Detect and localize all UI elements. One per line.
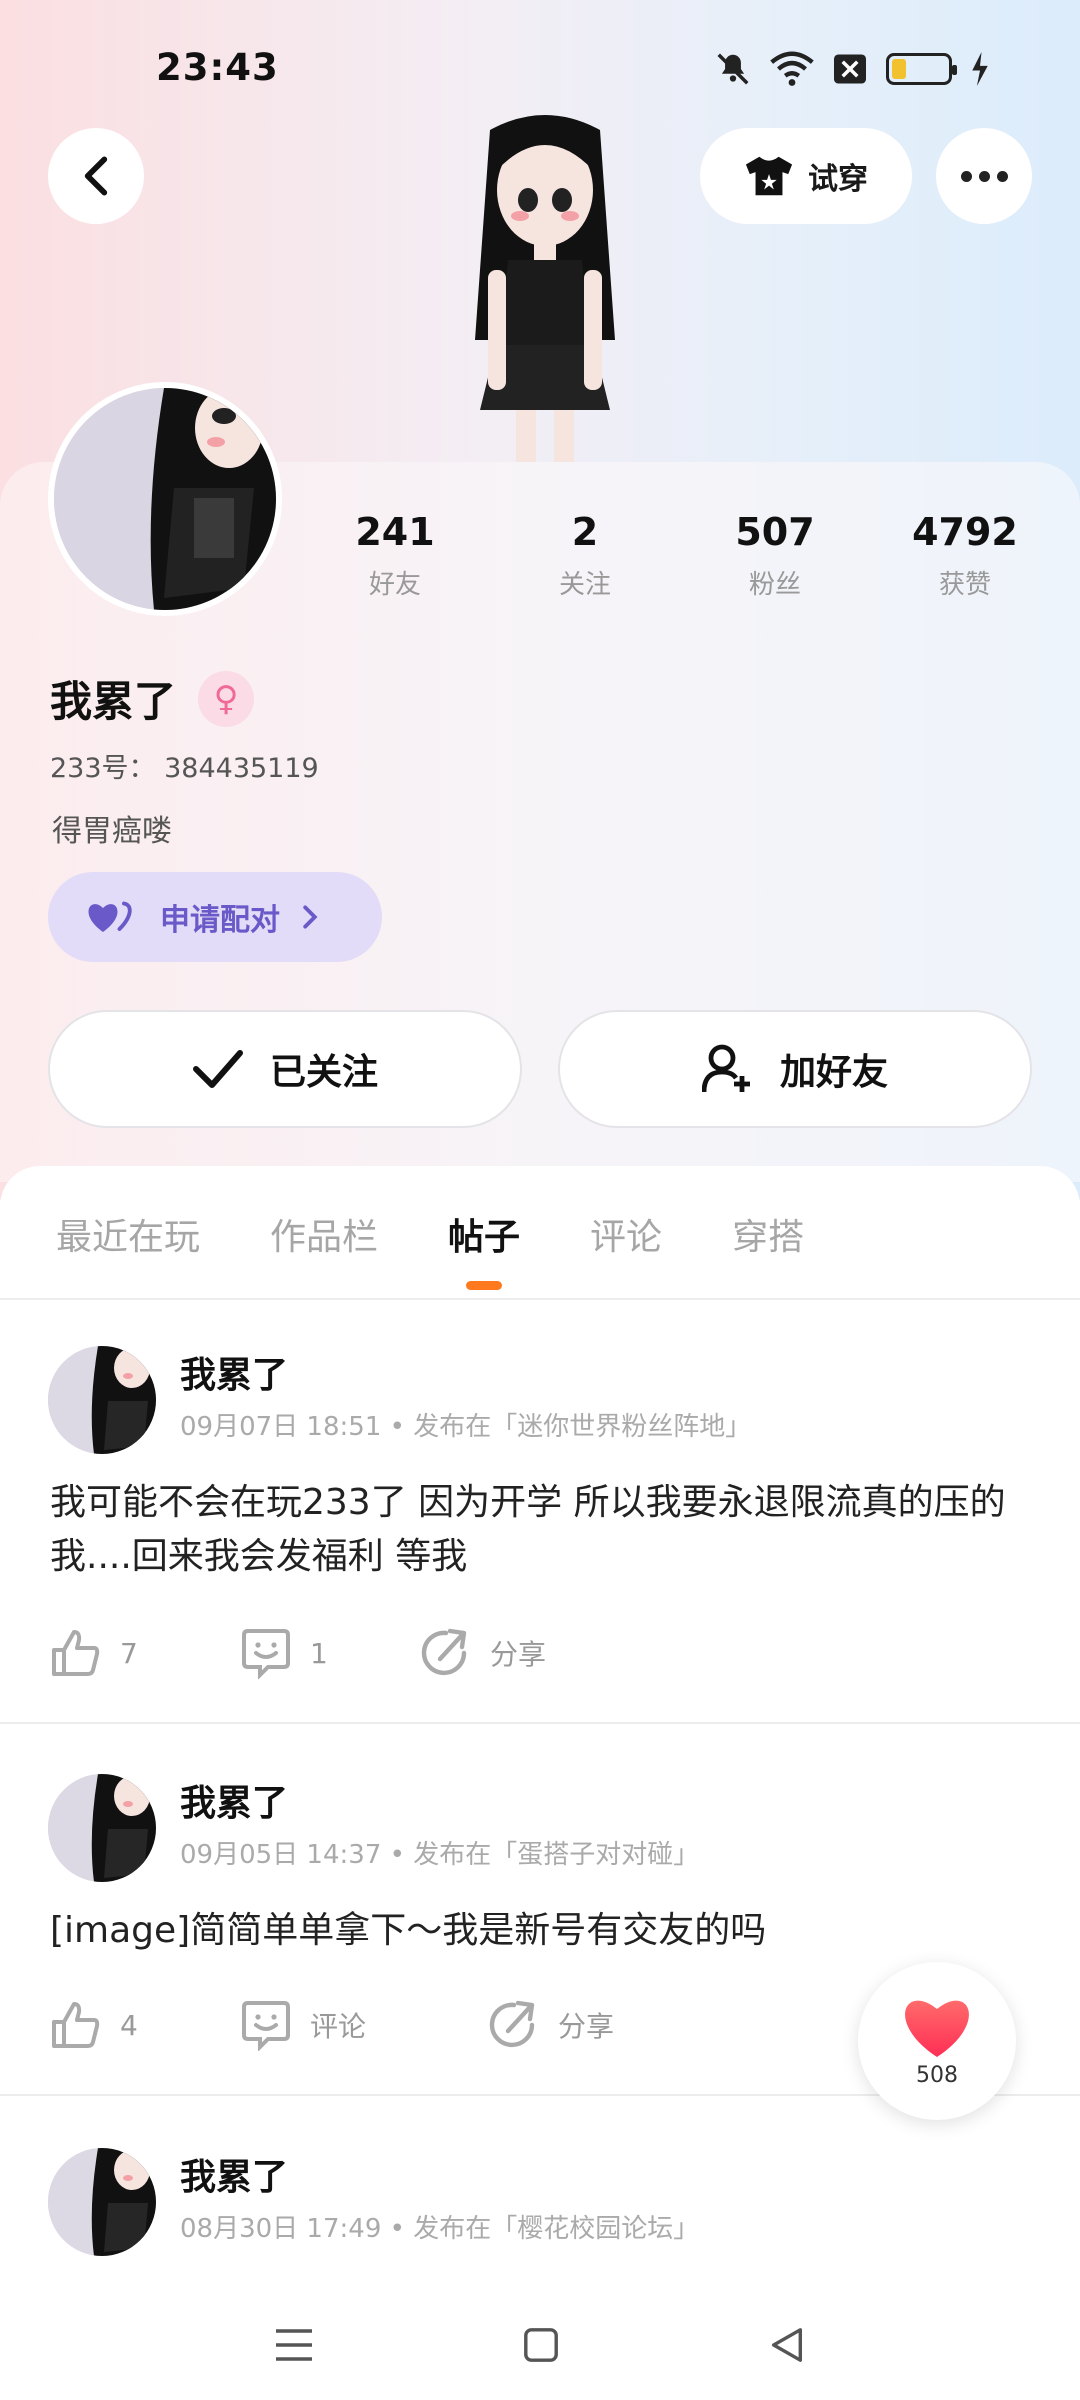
share-label: 分享 [558,2010,615,2043]
stat-label: 关注 [558,570,611,600]
battery-icon [886,53,957,85]
avatar-image [48,1774,156,1882]
profile-avatar[interactable] [48,382,282,616]
back-triangle-icon[interactable] [768,2325,806,2365]
stat-following[interactable]: 2 关注 [490,510,680,601]
username: 我累了 [50,677,177,726]
thumbs-up-icon [52,1630,100,1676]
wifi-icon [770,51,814,86]
post-actions: 7 1 分享 [50,1618,546,1688]
stat-value: 4792 [912,510,1018,554]
stat-label: 粉丝 [748,570,801,600]
system-navigation-bar [0,2290,1080,2400]
more-dot-icon [960,170,972,182]
user-bio: 得胃癌喽 [52,814,172,849]
like-action[interactable]: 4 [50,2000,240,2050]
post-actions: 4 评论 分享 [50,1990,614,2060]
stat-friends[interactable]: 241 好友 [300,510,490,601]
post-meta[interactable]: 08月30日 17:49 • 发布在「樱花校园论坛」 [180,2208,699,2245]
thumbs-up-icon [52,2002,100,2048]
tab-posts[interactable]: 帖子 [448,1196,520,1300]
comment-icon [242,1629,290,1679]
stat-value: 2 [571,510,599,554]
post-author-name[interactable]: 我累了 [180,2148,288,2200]
floating-like-button[interactable]: 508 [858,1962,1016,2120]
like-action[interactable]: 7 [50,1628,240,1678]
add-friend-label: 加好友 [779,1052,888,1093]
chevron-right-icon [303,905,318,929]
tab-comments[interactable]: 评论 [590,1196,662,1300]
avatar-image [48,1346,156,1454]
followed-button[interactable]: 已关注 [48,1010,522,1128]
avatar-character-figure [475,115,615,470]
double-heart-icon [88,901,132,932]
share-icon [421,1628,467,1676]
comment-action[interactable]: 1 [240,1627,420,1679]
post-card[interactable]: 我累了 09月07日 18:51 • 发布在「迷你世界粉丝阵地」 我可能不会在玩… [0,1300,1080,1720]
tab-recent-games[interactable]: 最近在玩 [56,1196,200,1300]
x-box-icon [834,54,866,84]
share-label: 分享 [490,1638,547,1671]
share-icon [489,2000,535,2048]
stat-value: 507 [735,510,815,554]
avatar-image [54,388,276,610]
username-row: 我累了 ♀ [50,668,255,729]
tab-outfits[interactable]: 穿搭 [732,1196,804,1300]
more-options-button[interactable] [936,128,1032,224]
post-author-avatar[interactable] [48,1346,156,1454]
try-on-button[interactable]: 试穿 [700,128,912,224]
home-square-icon[interactable] [522,2326,560,2364]
add-user-icon [701,1044,750,1093]
post-author-name[interactable]: 我累了 [180,1774,288,1826]
post-card[interactable]: 我累了 08月30日 17:49 • 发布在「樱花校园论坛」 [0,2096,1080,2286]
tab-works[interactable]: 作品栏 [270,1196,378,1300]
stat-value: 241 [355,510,435,554]
pair-label: 申请配对 [160,903,280,938]
user-id[interactable]: 233号： 384435119 [50,746,319,785]
floating-like-count: 508 [916,2062,958,2088]
status-icons [714,50,990,88]
stat-fans[interactable]: 507 粉丝 [680,510,870,601]
add-friend-button[interactable]: 加好友 [558,1010,1032,1128]
status-time: 23:43 [156,46,279,89]
request-pairing-button[interactable]: 申请配对 [48,872,382,962]
post-text: 我可能不会在玩233了 因为开学 所以我要永退限流真的压的我....回来我会发福… [50,1482,1006,1577]
profile-tabs: 最近在玩 作品栏 帖子 评论 穿搭 [0,1196,1080,1300]
battery-level [892,59,906,79]
followed-label: 已关注 [269,1052,378,1093]
stat-label: 获赞 [938,570,991,600]
comment-icon [242,2001,290,2051]
checkmark-icon [192,1050,243,1088]
mute-icon [717,53,749,85]
charging-icon [972,52,988,86]
avatar-image [48,2148,156,2256]
heart-icon [905,2000,969,2057]
like-count: 7 [120,1636,138,1670]
more-dot-icon [996,170,1008,182]
post-author-avatar[interactable] [48,1774,156,1882]
comment-action[interactable]: 评论 [240,1999,488,2051]
comment-label: 评论 [310,2010,367,2043]
post-author-name[interactable]: 我累了 [180,1346,288,1398]
more-dot-icon [978,170,990,182]
try-on-label: 试穿 [808,162,868,197]
share-action[interactable]: 分享 [420,1627,546,1679]
comment-count: 1 [310,1636,328,1670]
like-count: 4 [120,2008,138,2042]
tshirt-icon [745,156,793,196]
share-action[interactable]: 分享 [488,1999,614,2051]
post-text: [image]简简单单拿下～我是新号有交友的吗 [50,1910,767,1951]
stat-label: 好友 [368,570,421,600]
post-meta[interactable]: 09月07日 18:51 • 发布在「迷你世界粉丝阵地」 [180,1406,751,1443]
female-gender-icon: ♀ [198,670,255,727]
menu-icon[interactable] [274,2327,314,2363]
post-meta[interactable]: 09月05日 14:37 • 发布在「蛋搭子对对碰」 [180,1834,699,1871]
post-author-avatar[interactable] [48,2148,156,2256]
profile-stats: 241 好友 2 关注 507 粉丝 4792 获赞 [300,510,1060,601]
stat-likes[interactable]: 4792 获赞 [870,510,1060,601]
chevron-left-icon [84,156,108,196]
back-button[interactable] [48,128,144,224]
